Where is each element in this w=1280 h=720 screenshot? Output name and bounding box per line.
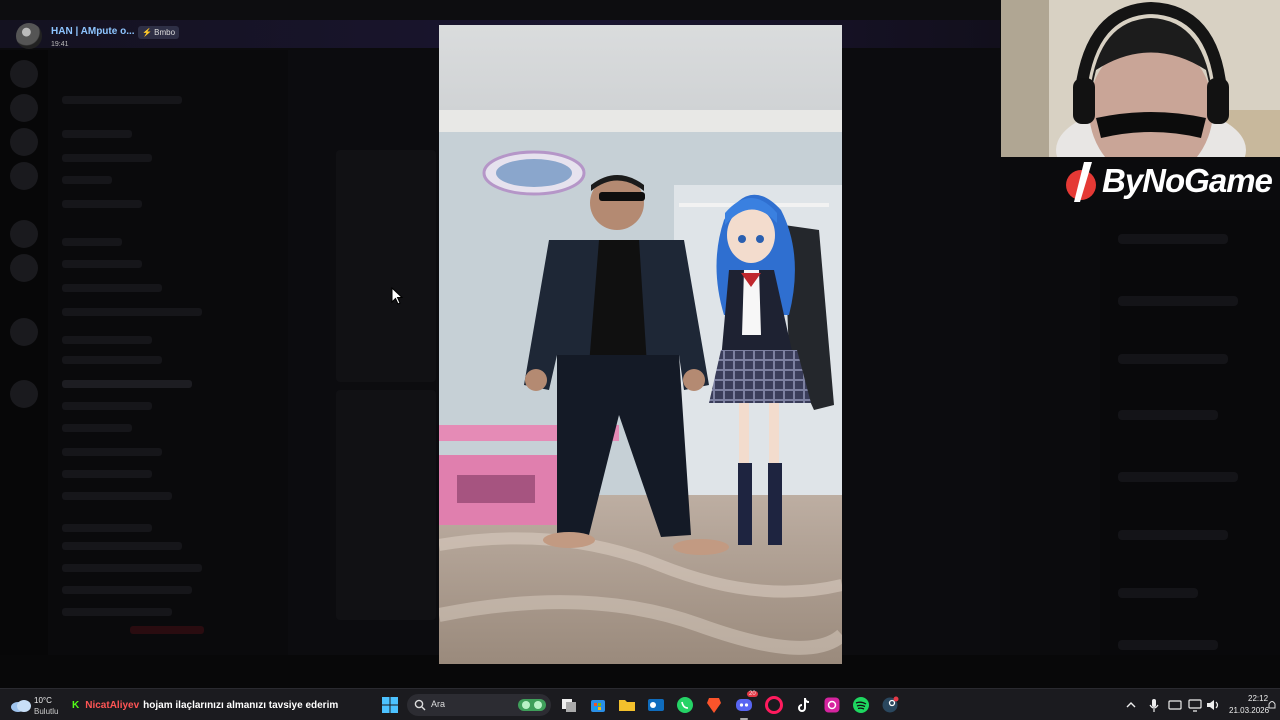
live-indicator bbox=[130, 626, 204, 634]
server-icon[interactable] bbox=[10, 128, 38, 156]
member-item[interactable] bbox=[1118, 640, 1218, 650]
file-explorer-icon[interactable] bbox=[618, 696, 636, 714]
screen: HAN | AMpute o... ⚡ Bmbo 19:41 ByNoGame … bbox=[0, 0, 1280, 720]
channel-item[interactable] bbox=[62, 308, 202, 316]
chat-ticker: K NicatAliyev hojam ilaçlarınızı almanızı … bbox=[72, 700, 338, 711]
microsoft-store-icon[interactable] bbox=[589, 696, 607, 714]
member-item[interactable] bbox=[1118, 410, 1218, 420]
shared-image bbox=[439, 25, 842, 664]
discord-unread-badge: 20 bbox=[747, 691, 758, 697]
channel-item[interactable] bbox=[62, 336, 152, 344]
server-icon[interactable] bbox=[10, 380, 38, 408]
microphone-icon[interactable] bbox=[1147, 696, 1161, 714]
server-icon[interactable] bbox=[10, 318, 38, 346]
member-item[interactable] bbox=[1118, 530, 1228, 540]
weather-temperature: 10°C bbox=[34, 696, 52, 705]
cloud-icon bbox=[11, 700, 31, 712]
channel-item[interactable] bbox=[62, 424, 132, 432]
steam-icon[interactable] bbox=[881, 696, 899, 714]
instagram-icon[interactable] bbox=[823, 696, 841, 714]
channel-item[interactable] bbox=[62, 608, 172, 616]
weather-widget[interactable]: 10°C Bulutlu bbox=[10, 693, 70, 717]
webcam-feed bbox=[1001, 0, 1280, 157]
task-view-icon[interactable] bbox=[560, 696, 578, 714]
role-badge: ⚡ Bmbo bbox=[138, 26, 180, 39]
channel-item[interactable] bbox=[62, 96, 182, 104]
avatar bbox=[16, 23, 42, 49]
windows-start-icon[interactable] bbox=[381, 696, 399, 714]
weather-condition: Bulutlu bbox=[34, 707, 59, 716]
webcam-illustration bbox=[1001, 0, 1280, 157]
channel-item[interactable] bbox=[62, 586, 192, 594]
channel-item[interactable] bbox=[62, 470, 152, 478]
volume-icon[interactable] bbox=[1206, 696, 1220, 714]
windows-taskbar: 10°C Bulutlu K NicatAliyev hojam ilaçların… bbox=[0, 688, 1280, 720]
chevron-up-icon[interactable] bbox=[1125, 696, 1137, 714]
ticker-username: NicatAliyev bbox=[85, 700, 140, 711]
server-icon[interactable] bbox=[10, 94, 38, 122]
chat-attachment[interactable] bbox=[336, 390, 436, 620]
search-placeholder: Ara bbox=[431, 699, 446, 709]
channel-item[interactable] bbox=[62, 154, 152, 162]
server-rail bbox=[0, 50, 48, 680]
outlook-icon[interactable] bbox=[647, 696, 665, 714]
channel-item[interactable] bbox=[62, 200, 142, 208]
server-icon[interactable] bbox=[10, 162, 38, 190]
discord-icon[interactable] bbox=[735, 696, 753, 714]
channel-item-selected[interactable] bbox=[62, 380, 192, 388]
search-icon bbox=[414, 699, 426, 711]
ticker-message: hojam ilaçlarınızı almanızı tavsiye eder… bbox=[143, 700, 339, 711]
taskbar-search[interactable]: Ara bbox=[407, 694, 551, 716]
channel-list bbox=[48, 50, 288, 660]
brand-name: ByNoGame bbox=[1102, 162, 1273, 199]
photo-illustration bbox=[439, 25, 842, 664]
channel-item[interactable] bbox=[62, 284, 162, 292]
member-list bbox=[1100, 210, 1280, 680]
channel-item[interactable] bbox=[62, 448, 162, 456]
channel-item[interactable] bbox=[62, 542, 182, 550]
member-item[interactable] bbox=[1118, 234, 1228, 244]
brand-logo: ByNoGame bbox=[1064, 160, 1280, 204]
member-item[interactable] bbox=[1118, 296, 1238, 306]
mouse-cursor-icon bbox=[391, 287, 403, 305]
channel-item[interactable] bbox=[62, 564, 202, 572]
channel-item[interactable] bbox=[62, 238, 122, 246]
kick-icon: K bbox=[72, 700, 80, 711]
spotify-icon[interactable] bbox=[852, 696, 870, 714]
bynogame-logo-icon bbox=[1066, 162, 1096, 202]
whatsapp-icon[interactable] bbox=[676, 696, 694, 714]
brave-browser-icon[interactable] bbox=[705, 696, 723, 714]
channel-item[interactable] bbox=[62, 402, 152, 410]
server-icon[interactable] bbox=[10, 220, 38, 248]
clock-date[interactable]: 21.03.2026 bbox=[1229, 706, 1269, 715]
copilot-icon bbox=[518, 699, 546, 711]
channel-item[interactable] bbox=[62, 260, 142, 268]
keyboard-icon[interactable] bbox=[1168, 696, 1182, 714]
tiktok-icon[interactable] bbox=[794, 696, 812, 714]
notification-bell-icon[interactable] bbox=[1266, 696, 1278, 714]
member-item[interactable] bbox=[1118, 472, 1238, 482]
channel-item[interactable] bbox=[62, 492, 172, 500]
channel-item[interactable] bbox=[62, 130, 132, 138]
notification-time: 19:41 bbox=[51, 41, 69, 48]
display-icon[interactable] bbox=[1188, 696, 1202, 714]
member-item[interactable] bbox=[1118, 354, 1228, 364]
member-item[interactable] bbox=[1118, 588, 1198, 598]
opera-gx-icon[interactable] bbox=[765, 696, 783, 714]
channel-item[interactable] bbox=[62, 176, 112, 184]
server-icon[interactable] bbox=[10, 60, 38, 88]
channel-item[interactable] bbox=[62, 356, 162, 364]
window-titlebar bbox=[0, 0, 1000, 22]
channel-item[interactable] bbox=[62, 524, 152, 532]
server-icon[interactable] bbox=[10, 254, 38, 282]
chat-attachment[interactable] bbox=[336, 150, 436, 382]
notification-author: HAN | AMpute o... bbox=[51, 26, 135, 37]
